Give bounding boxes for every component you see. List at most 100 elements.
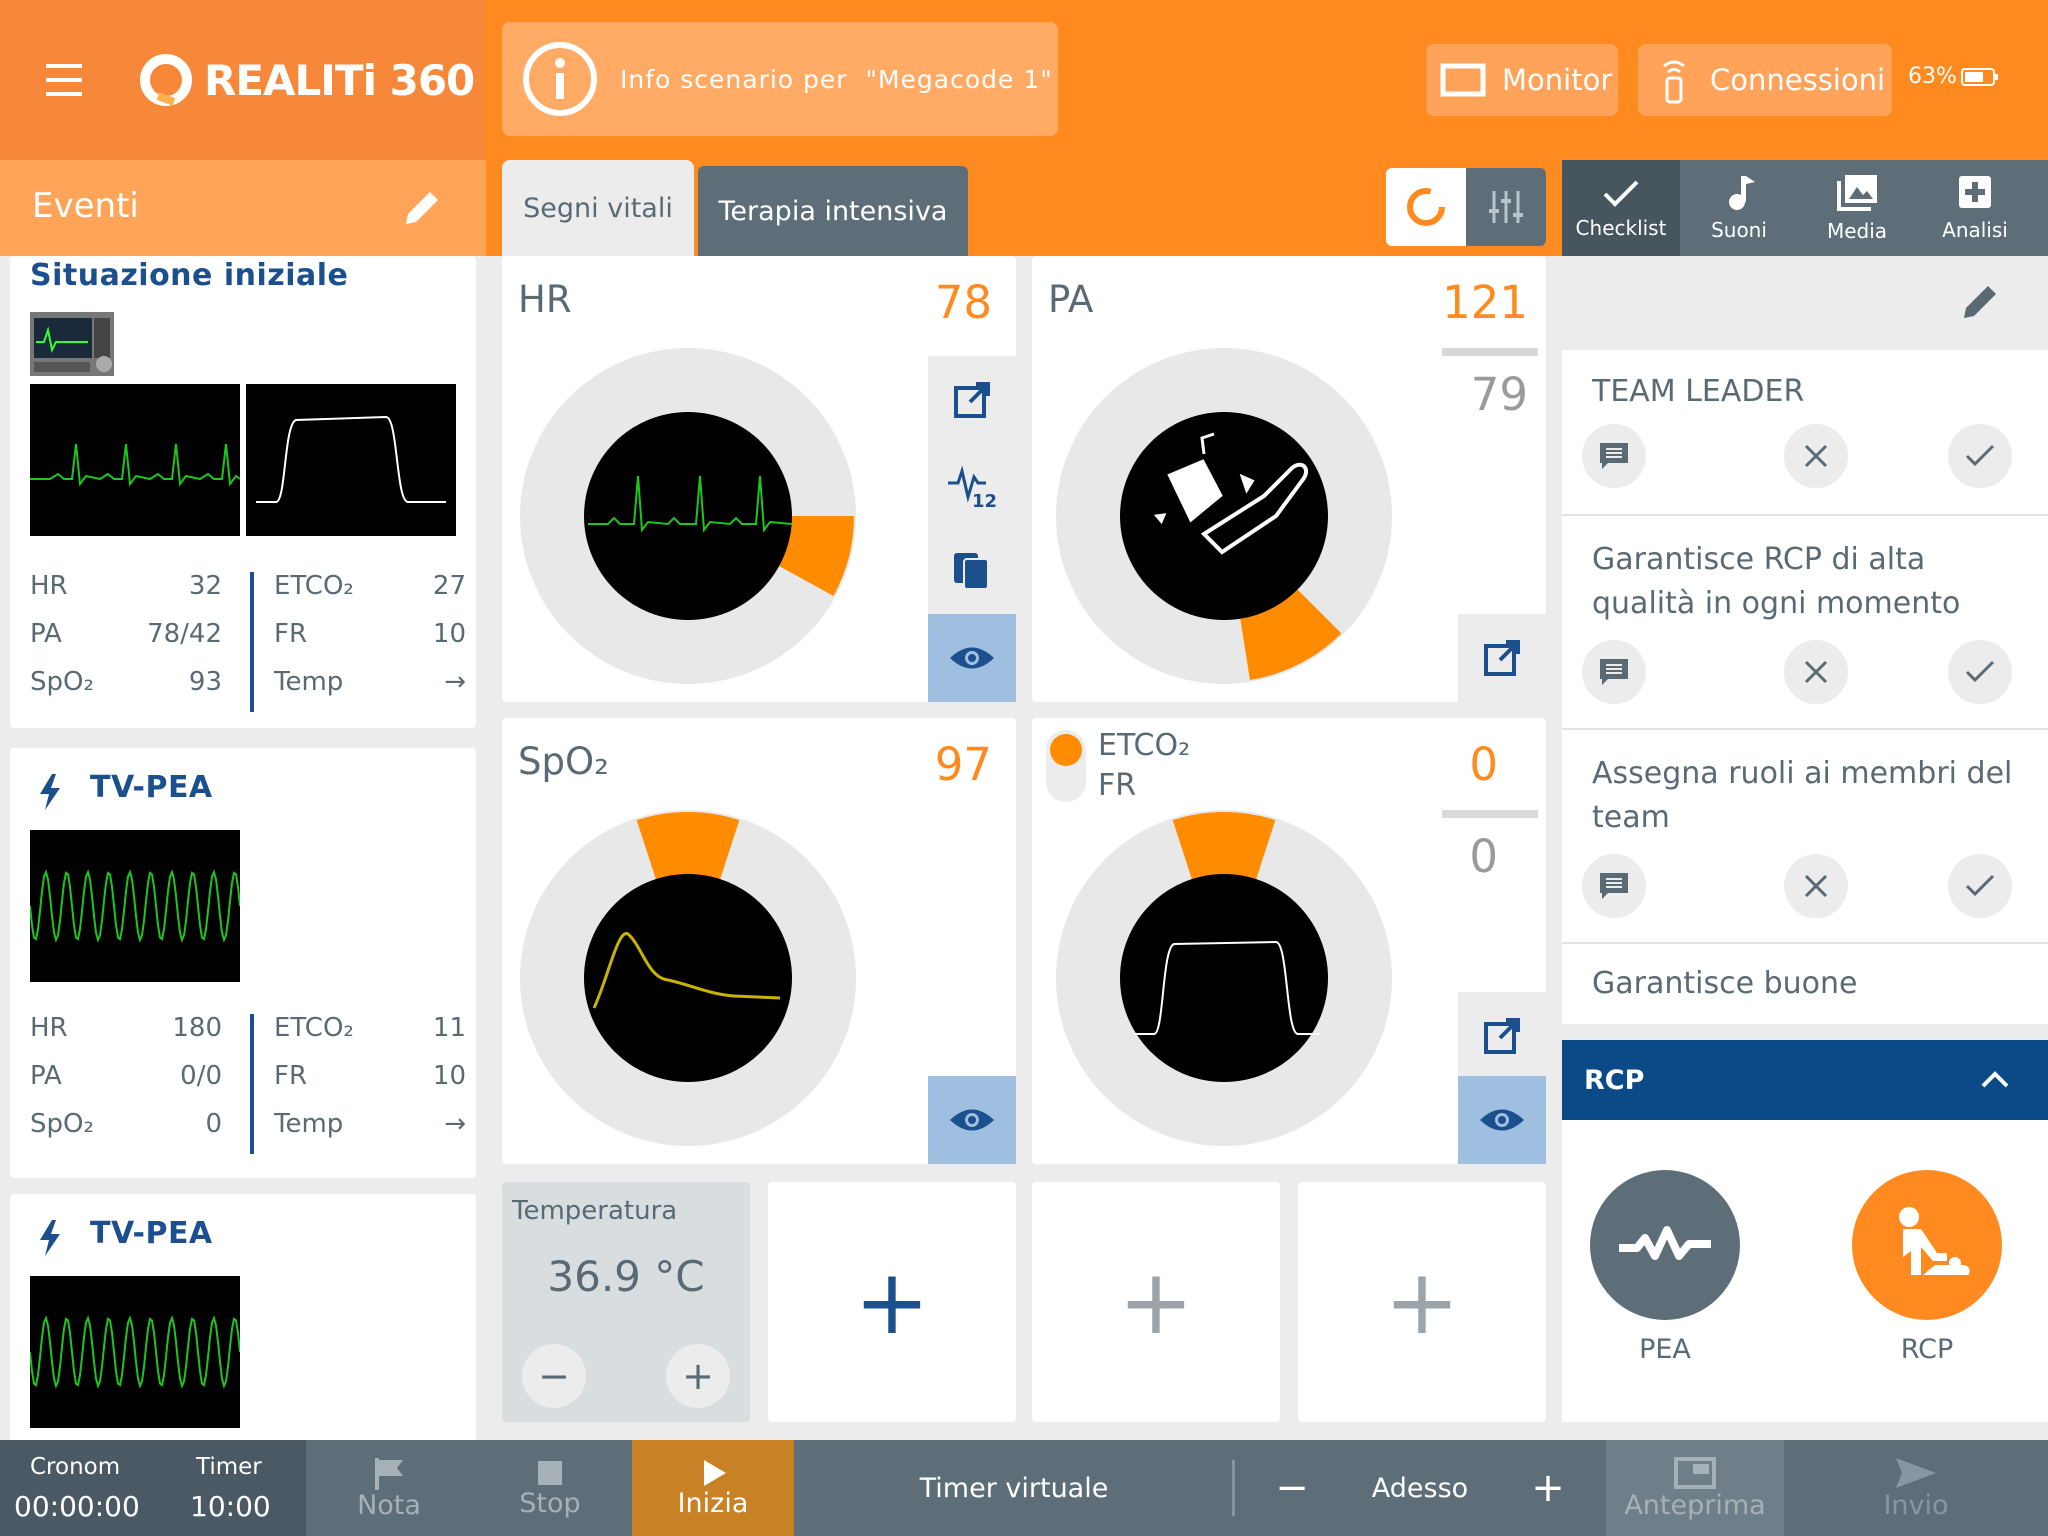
scenario-text: Info scenario per "Megacode 1" [620,64,1053,94]
pa-dial[interactable] [1054,346,1394,686]
stop-button[interactable]: Stop [472,1440,628,1536]
stat-value: 0 [205,1109,222,1139]
open-external-icon[interactable] [1458,614,1546,702]
spo2-dial[interactable] [518,808,858,1148]
event-card-tv-pea[interactable]: TV-PEA [10,1194,476,1440]
comment-icon[interactable] [1582,854,1646,918]
stat-value: 27 [432,571,466,601]
pea-action-button[interactable] [1590,1170,1740,1320]
stat-value: 32 [188,571,222,601]
checklist-panel[interactable]: TEAM LEADER Garantisce RCP di alta quali… [1562,256,2048,1024]
plus-icon: + [1118,1249,1194,1355]
stop-icon [538,1460,562,1485]
monitor-thumbnail-icon [30,312,114,376]
event-card-tv-pea[interactable]: TV-PEA HR 180 PA 0/0 SpO₂ 0 ETCO₂ 11 FR 10 Te… [10,748,476,1178]
ring-view-button[interactable] [1386,168,1466,246]
vital-value-etco2[interactable]: 0 [1469,738,1498,791]
start-button[interactable]: Inizia [632,1440,794,1536]
stats-divider [250,1014,254,1154]
eye-icon[interactable] [1458,1076,1546,1164]
stat-label: HR [30,571,68,601]
stat-label: FR [274,1061,308,1091]
vital-tile-etco2[interactable]: ETCO₂ FR 0 0 [1032,718,1546,1164]
vital-value-spo2[interactable]: 97 [935,738,992,791]
comment-icon[interactable] [1582,424,1646,488]
hr-dial[interactable] [518,346,858,686]
vital-label-hr: HR [518,278,572,321]
sliders-icon [1489,191,1523,223]
rcp-label: RCP [1900,1334,1954,1365]
check-icon[interactable] [1948,854,2012,918]
eye-icon[interactable] [928,614,1016,702]
vital-tile-hr[interactable]: HR 78 12 [502,256,1016,702]
etco2-dial[interactable] [1054,808,1394,1148]
stat-value: 0/0 [180,1061,222,1091]
check-icon[interactable] [1948,640,2012,704]
vital-tile-spo2[interactable]: SpO₂ 97 [502,718,1016,1164]
edit-pencil-icon[interactable] [1958,280,2002,324]
checklist-toolbar [1562,256,2048,350]
hamburger-menu-icon[interactable] [42,60,86,100]
time-decrease-button[interactable]: − [1250,1440,1334,1536]
temp-increase-button[interactable]: + [666,1344,730,1408]
rcp-panel-header[interactable]: RCP [1562,1040,2048,1120]
battery-icon [1960,67,1998,86]
rcp-action-button[interactable] [1852,1170,2002,1320]
send-button[interactable]: Invio [1784,1440,2048,1536]
time-increase-button[interactable]: + [1506,1440,1590,1536]
pa-separator [1442,348,1538,356]
tab-intensive-care[interactable]: Terapia intensiva [698,166,968,256]
close-icon[interactable] [1784,854,1848,918]
tab-analysis[interactable]: Analisi [1916,160,2034,256]
stats-divider [250,572,254,712]
vital-value-hr[interactable]: 78 [935,276,992,329]
comment-icon[interactable] [1582,640,1646,704]
tab-sounds-label: Suoni [1711,218,1767,242]
vital-value-pa-systolic[interactable]: 121 [1442,276,1528,329]
temp-decrease-button[interactable]: − [522,1344,586,1408]
events-list[interactable]: Situazione iniziale HR 32 PA 78/42 SpO₂ 93 … [0,256,486,1440]
chevron-up-icon[interactable] [1980,1068,2010,1090]
add-parameter-button[interactable]: + [1298,1182,1546,1422]
event-card-title: TV-PEA [90,1216,213,1251]
eye-icon[interactable] [928,1076,1016,1164]
close-icon[interactable] [1784,640,1848,704]
ecg-12-lead-icon[interactable]: 12 [928,442,1016,530]
etco2-toggle[interactable] [1046,730,1086,802]
flag-icon [375,1457,403,1490]
vital-tile-pa[interactable]: PA 121 79 [1032,256,1546,702]
stat-label: SpO₂ [30,667,94,697]
pea-rhythm-icon [1619,1226,1711,1260]
vital-value-pa-diastolic[interactable]: 79 [1471,368,1528,421]
tab-media[interactable]: Media [1798,160,1916,256]
bottom-toolbar: Cronom 00:00:00 Timer 10:00 Nota Stop In… [0,1440,2048,1536]
add-parameter-button[interactable]: + [1032,1182,1280,1422]
tab-sounds[interactable]: Suoni [1680,160,1798,256]
tab-checklist[interactable]: Checklist [1562,160,1680,256]
virtual-timer[interactable]: Timer virtuale [794,1440,1234,1536]
check-icon[interactable] [1948,424,2012,488]
now-button[interactable]: Adesso [1334,1440,1506,1536]
add-parameter-button[interactable]: + [768,1182,1016,1422]
connections-label: Connessioni [1710,63,1886,97]
edit-pencil-icon[interactable] [398,184,446,232]
copy-strip-icon[interactable] [928,528,1016,616]
stat-value: 93 [188,667,222,697]
open-external-icon[interactable] [928,356,1016,444]
close-icon[interactable] [1784,424,1848,488]
checklist-item: Garantisce RCP di alta qualità in ogni m… [1562,516,2048,730]
open-external-icon[interactable] [1458,992,1546,1080]
connections-button[interactable]: Connessioni [1638,44,1892,116]
event-card-initial[interactable]: Situazione iniziale HR 32 PA 78/42 SpO₂ 93 … [10,256,476,728]
vital-value-fr[interactable]: 0 [1469,830,1498,883]
monitor-button[interactable]: Monitor [1426,44,1618,116]
event-card-title: Situazione iniziale [30,258,349,293]
temperature-tile[interactable]: Temperatura 36.9 °C − + [502,1182,750,1422]
scenario-info-button[interactable]: Info scenario per "Megacode 1" [502,22,1058,136]
minus-icon: − [1275,1465,1309,1511]
sliders-view-button[interactable] [1466,168,1546,246]
preview-button[interactable]: Anteprima [1606,1440,1784,1536]
tab-vital-signs[interactable]: Segni vitali [502,160,694,256]
note-button[interactable]: Nota [306,1440,472,1536]
check-icon [1603,180,1639,207]
